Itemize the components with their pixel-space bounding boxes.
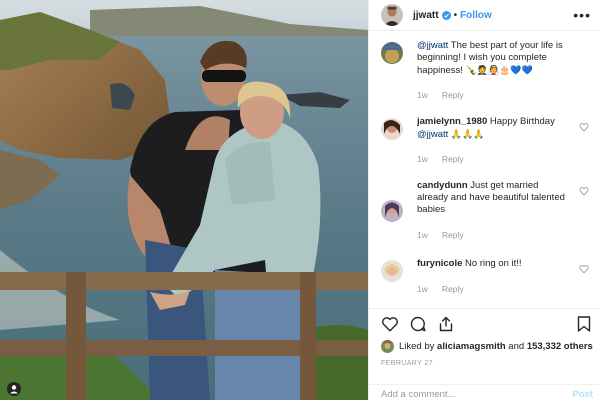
liker-avatar[interactable] <box>381 339 394 353</box>
commenter-avatar[interactable] <box>381 200 403 222</box>
post-action-bar <box>369 308 600 337</box>
user-tag-icon[interactable] <box>7 382 21 396</box>
follow-button[interactable]: Follow <box>460 10 492 21</box>
comment-mention[interactable]: @jjwatt <box>417 40 448 51</box>
comment-item: candydunn Just get married already and h… <box>381 180 589 242</box>
comment-text: candydunn Just get married already and h… <box>417 180 565 215</box>
reply-button[interactable]: Reply <box>442 154 464 164</box>
comment-time: 1w <box>417 230 428 240</box>
comment-meta: 1w Reply <box>417 154 478 164</box>
comment-username[interactable]: furynicole <box>417 258 462 269</box>
like-comment-icon[interactable] <box>579 122 589 132</box>
comment-username[interactable]: candydunn <box>417 180 468 191</box>
comment-bubble-icon[interactable] <box>409 315 427 333</box>
comments-list: @jjwatt The best part of your life is be… <box>369 30 600 308</box>
comment-meta: 1w Reply <box>417 90 478 100</box>
liker-username[interactable]: aliciamagsmith <box>437 341 506 352</box>
like-heart-icon[interactable] <box>381 315 399 333</box>
more-options-icon[interactable]: ••• <box>573 7 591 23</box>
reply-button[interactable]: Reply <box>442 230 464 240</box>
comment-text: furynicole No ring on it!! <box>417 258 522 269</box>
author-username[interactable]: jjwatt <box>413 10 439 21</box>
add-comment-bar: Add a comment... Post <box>369 384 600 401</box>
share-icon[interactable] <box>437 315 455 333</box>
post-date[interactable]: FEBRUARY 27 <box>381 360 433 367</box>
commenter-avatar[interactable] <box>381 260 403 282</box>
comment-mention[interactable]: @jjwatt <box>417 129 448 140</box>
comment-item: furynicole No ring on it!! 1w Reply <box>381 258 589 298</box>
author-avatar[interactable] <box>381 4 403 26</box>
post-sidebar: jjwatt • Follow ••• @jjwatt The best par… <box>368 0 600 400</box>
comment-item: @jjwatt The best part of your life is be… <box>381 40 589 110</box>
reply-button[interactable]: Reply <box>442 90 464 100</box>
save-bookmark-icon[interactable] <box>575 315 593 333</box>
like-comment-icon[interactable] <box>579 264 589 274</box>
header-separator: • <box>453 9 458 21</box>
comment-time: 1w <box>417 90 428 100</box>
comment-text: jamielynn_1980 Happy Birthday @jjwatt 🙏🙏… <box>417 116 555 140</box>
post-comment-button[interactable]: Post <box>572 389 593 400</box>
likes-count[interactable]: 153,332 others <box>527 341 593 352</box>
comment-time: 1w <box>417 284 428 294</box>
comment-text: @jjwatt The best part of your life is be… <box>417 40 563 76</box>
post-header: jjwatt • Follow ••• <box>369 0 600 31</box>
comment-meta: 1w Reply <box>417 284 478 294</box>
likes-summary: Liked by aliciamagsmith and 153,332 othe… <box>381 338 593 354</box>
post-photo[interactable] <box>0 0 368 400</box>
commenter-avatar[interactable] <box>381 118 403 140</box>
comment-time: 1w <box>417 154 428 164</box>
reply-button[interactable]: Reply <box>442 284 464 294</box>
comment-meta: 1w Reply <box>417 230 478 240</box>
commenter-avatar[interactable] <box>381 42 403 64</box>
verified-badge-icon <box>441 10 451 20</box>
add-comment-input[interactable]: Add a comment... <box>381 389 455 400</box>
likes-text: Liked by aliciamagsmith and 153,332 othe… <box>399 340 593 352</box>
comment-item: jamielynn_1980 Happy Birthday @jjwatt 🙏🙏… <box>381 116 589 164</box>
comment-username[interactable]: jamielynn_1980 <box>417 116 487 127</box>
like-comment-icon[interactable] <box>579 186 589 196</box>
couple-photo-image <box>0 0 368 400</box>
